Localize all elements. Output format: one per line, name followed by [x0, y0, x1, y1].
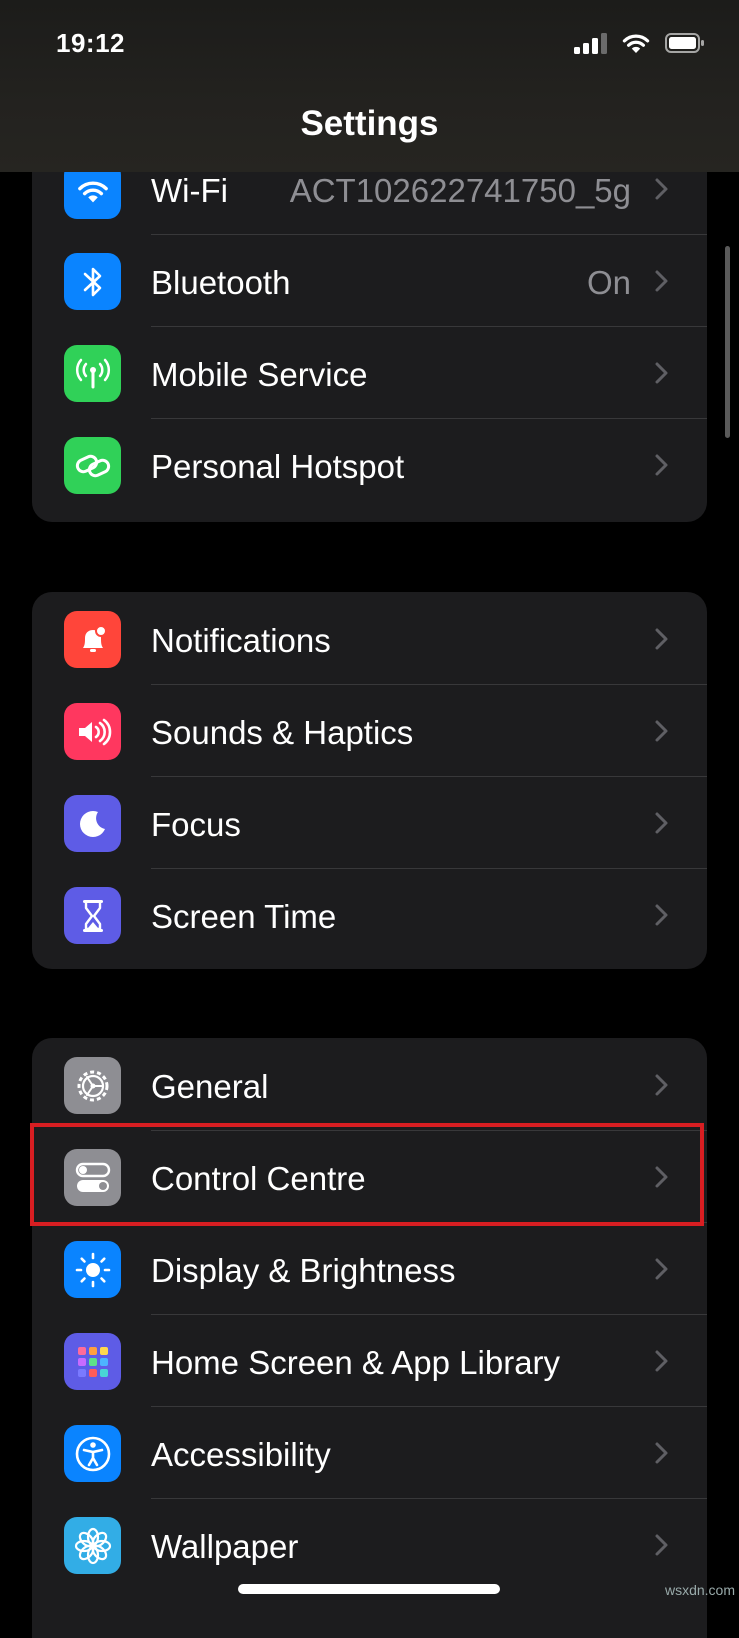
- settings-row-mobile-service[interactable]: Mobile Service: [32, 326, 707, 420]
- chevron-right-icon: [655, 720, 668, 742]
- settings-row-bluetooth[interactable]: Bluetooth On: [32, 234, 707, 328]
- settings-row-value: ACT102622741750_5g: [289, 172, 631, 209]
- settings-row-label: Bluetooth: [151, 264, 291, 301]
- settings-row-personal-hotspot[interactable]: Personal Hotspot: [32, 418, 707, 512]
- settings-row-wallpaper[interactable]: Wallpaper: [32, 1498, 707, 1592]
- settings-row-sounds-haptics[interactable]: Sounds & Haptics: [32, 684, 707, 778]
- cellular-signal-icon: [574, 32, 607, 54]
- speaker-icon: [64, 703, 121, 760]
- chevron-right-icon: [655, 1350, 668, 1372]
- settings-group-notifications: Notifications Sounds & Haptics Focus Scr…: [32, 592, 707, 969]
- settings-row-display-brightness[interactable]: Display & Brightness: [32, 1222, 707, 1316]
- gear-icon: [64, 1057, 121, 1114]
- header-bar: 19:12 Settings: [0, 0, 739, 172]
- status-time: 19:12: [56, 28, 125, 58]
- hotspot-link-icon: [64, 437, 121, 494]
- settings-row-label: Wi-Fi: [151, 172, 228, 209]
- chevron-right-icon: [655, 270, 668, 292]
- scroll-indicator: [725, 246, 730, 438]
- settings-row-label: Screen Time: [151, 898, 337, 935]
- settings-row-home-screen[interactable]: Home Screen & App Library: [32, 1314, 707, 1408]
- settings-row-label: Focus: [151, 806, 241, 843]
- settings-row-label: Accessibility: [151, 1436, 331, 1473]
- chevron-right-icon: [655, 1534, 668, 1556]
- chevron-right-icon: [655, 1258, 668, 1280]
- page-title: Settings: [300, 104, 439, 143]
- settings-row-label: Personal Hotspot: [151, 448, 405, 485]
- watermark-text: wsxdn.com: [664, 1582, 735, 1598]
- battery-icon: [665, 33, 704, 53]
- chevron-right-icon: [655, 1074, 668, 1096]
- settings-row-label: Wallpaper: [151, 1528, 299, 1565]
- chevron-right-icon: [655, 454, 668, 476]
- bluetooth-icon: [64, 253, 121, 310]
- chevron-right-icon: [655, 904, 668, 926]
- settings-row-label: Home Screen & App Library: [151, 1344, 561, 1381]
- settings-row-label: General: [151, 1068, 269, 1105]
- settings-row-label: Mobile Service: [151, 356, 368, 393]
- chevron-right-icon: [655, 628, 668, 650]
- status-icons: [574, 30, 705, 56]
- hourglass-icon: [64, 887, 121, 944]
- wifi-icon: [622, 34, 650, 53]
- settings-row-notifications[interactable]: Notifications: [32, 592, 707, 686]
- settings-row-value: On: [586, 264, 631, 301]
- settings-row-general[interactable]: General: [32, 1038, 707, 1132]
- app-grid-icon: [64, 1333, 121, 1390]
- chevron-right-icon: [655, 178, 668, 200]
- sun-icon: [64, 1241, 121, 1298]
- accessibility-icon: [64, 1425, 121, 1482]
- settings-row-label: Notifications: [151, 622, 331, 659]
- antenna-icon: [64, 345, 121, 402]
- settings-row-label: Display & Brightness: [151, 1252, 456, 1289]
- chevron-right-icon: [655, 812, 668, 834]
- notification-bell-icon: [64, 611, 121, 668]
- settings-group-connectivity: Wi-Fi ACT102622741750_5g Bluetooth On Mo…: [32, 140, 707, 522]
- moon-icon: [64, 795, 121, 852]
- settings-row-screen-time[interactable]: Screen Time: [32, 868, 707, 962]
- home-indicator[interactable]: [238, 1584, 500, 1594]
- settings-row-focus[interactable]: Focus: [32, 776, 707, 870]
- settings-row-accessibility[interactable]: Accessibility: [32, 1406, 707, 1500]
- chevron-right-icon: [655, 1442, 668, 1464]
- highlight-annotation-box: [30, 1123, 704, 1226]
- chevron-right-icon: [655, 362, 668, 384]
- flower-icon: [64, 1517, 121, 1574]
- settings-row-label: Sounds & Haptics: [151, 714, 414, 751]
